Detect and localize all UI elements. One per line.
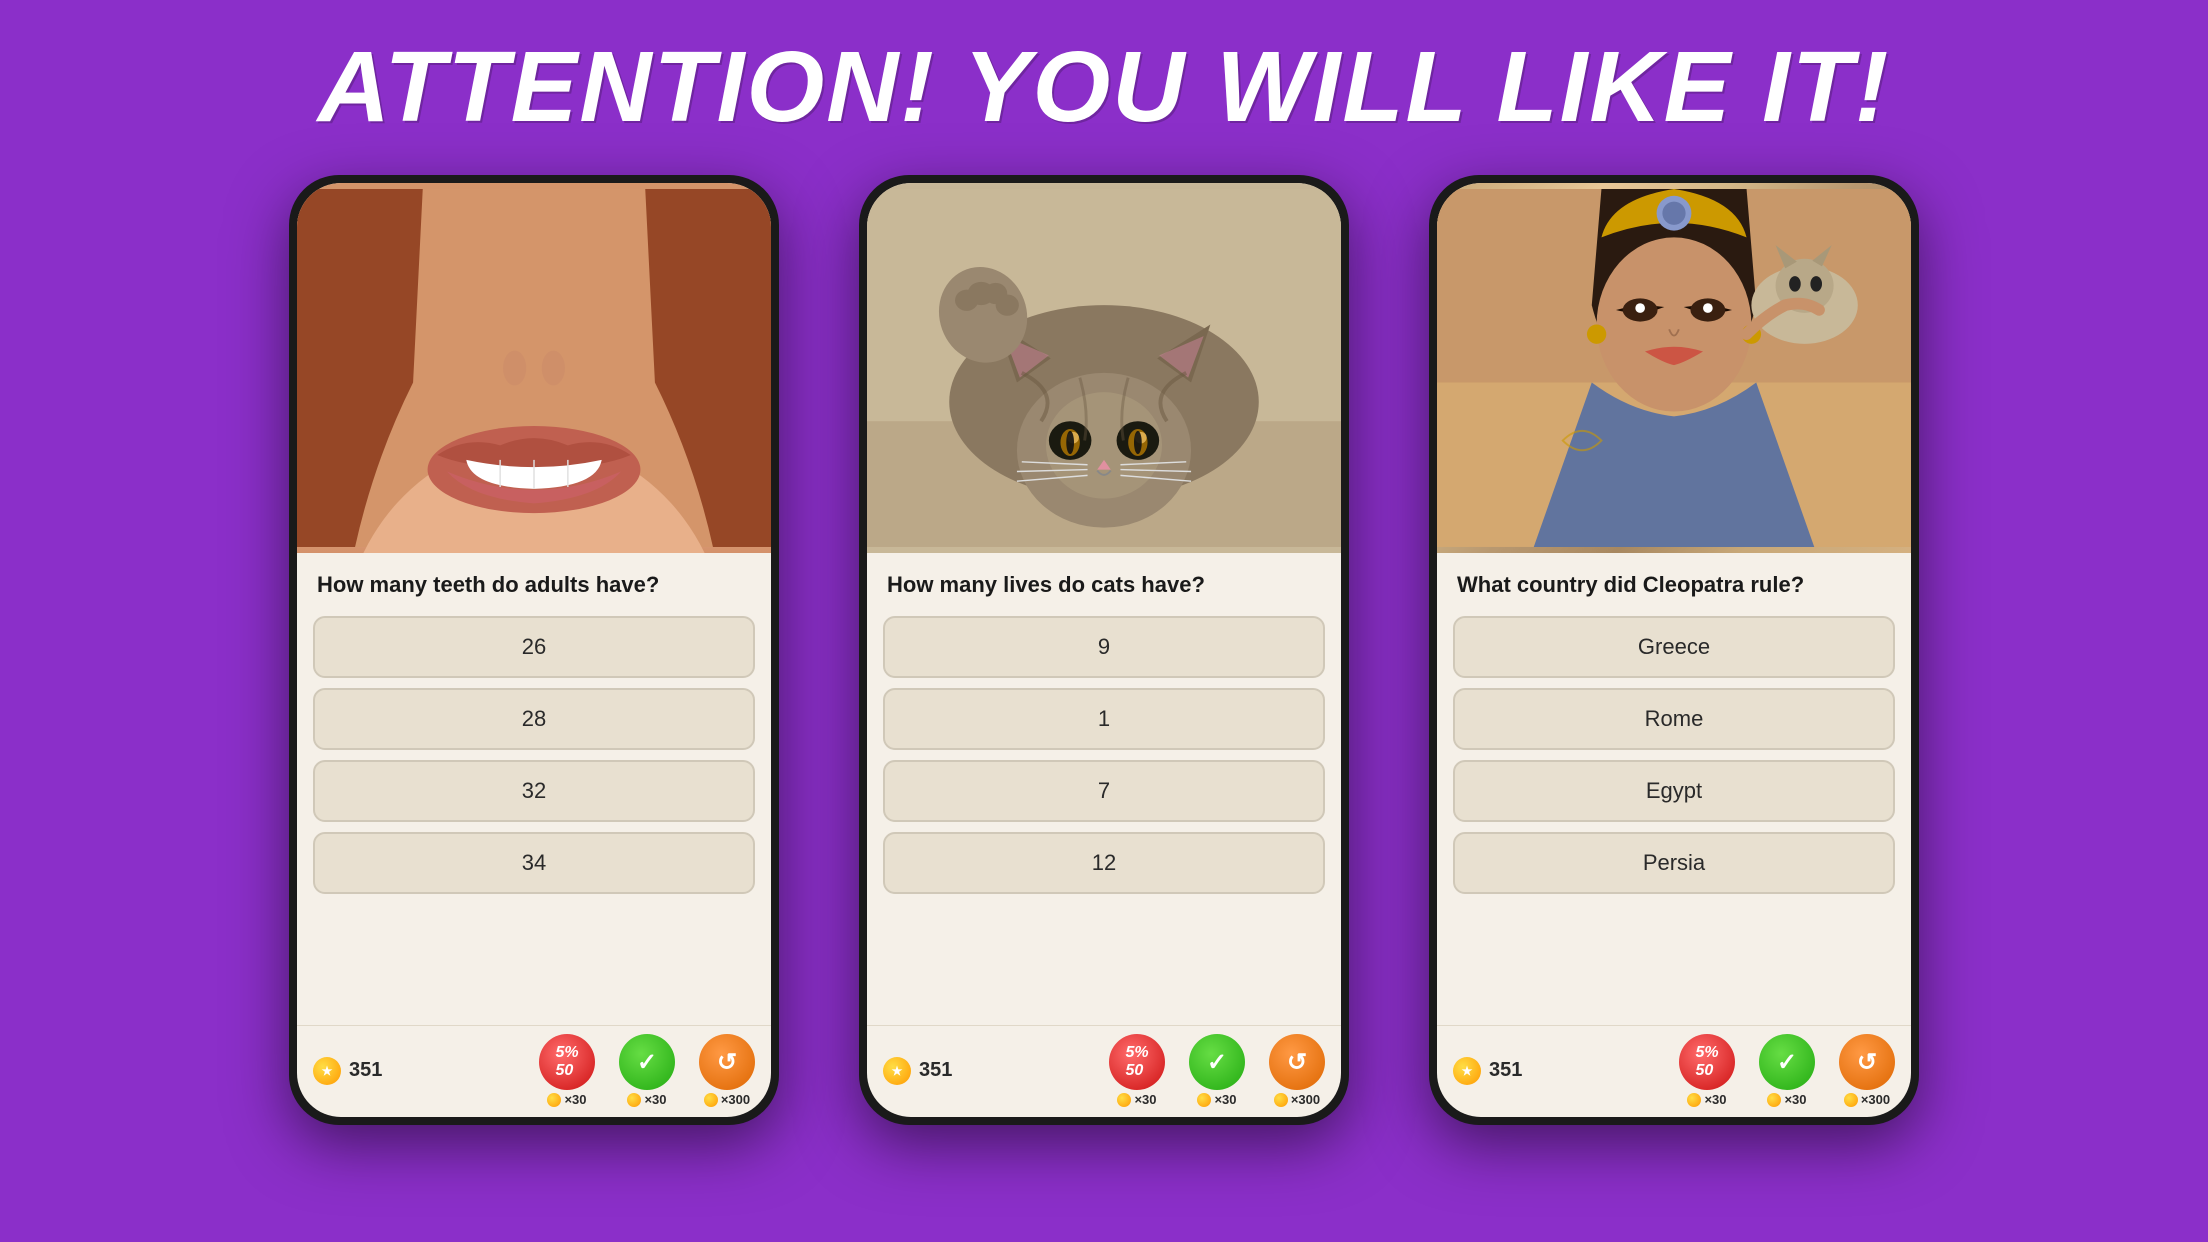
powerup-fifty-3[interactable]: 5%50 ×30 (1679, 1034, 1735, 1107)
answer-btn-3-2[interactable]: Egypt (1453, 760, 1895, 822)
cost-label-3a: ×30 (1704, 1092, 1726, 1107)
phone-teeth: How many teeth do adults have? 26 28 32 … (289, 175, 779, 1125)
phone-cats: How many lives do cats have? 9 1 7 12 ★ … (859, 175, 1349, 1125)
swap-icon-1: ↺ (699, 1034, 755, 1090)
phone-screen-2: How many lives do cats have? 9 1 7 12 ★ … (867, 183, 1341, 1117)
cost-label-1c: ×300 (721, 1092, 750, 1107)
coin-count-1: 351 (349, 1059, 382, 1082)
answer-btn-2-3[interactable]: 12 (883, 832, 1325, 894)
powerup-cost-swap-1: ×300 (704, 1092, 750, 1107)
cost-coin-2a (1117, 1093, 1131, 1107)
fifty-icon-2: 5%50 (1109, 1034, 1165, 1090)
phones-row: How many teeth do adults have? 26 28 32 … (289, 175, 1919, 1125)
powerup-check-2[interactable]: ✓ ×30 (1189, 1034, 1245, 1107)
question-area-1: How many teeth do adults have? (297, 553, 771, 608)
cost-label-1a: ×30 (564, 1092, 586, 1107)
phone-image-cleopatra (1437, 183, 1911, 553)
swap-icon-2: ↺ (1269, 1034, 1325, 1090)
fifty-icon-3: 5%50 (1679, 1034, 1735, 1090)
answer-btn-2-1[interactable]: 1 (883, 688, 1325, 750)
cost-coin-3c (1844, 1093, 1858, 1107)
question-area-3: What country did Cleopatra rule? (1437, 553, 1911, 608)
question-text-1: How many teeth do adults have? (317, 571, 751, 600)
cost-label-3c: ×300 (1861, 1092, 1890, 1107)
coin-icon-3: ★ (1453, 1057, 1481, 1085)
bottom-bar-2: ★ 351 5%50 ×30 ✓ (867, 1025, 1341, 1117)
cost-coin-1c (704, 1093, 718, 1107)
phone-image-cat (867, 183, 1341, 553)
cost-coin-1b (627, 1093, 641, 1107)
answer-btn-3-1[interactable]: Rome (1453, 688, 1895, 750)
powerup-cost-check-3: ×30 (1767, 1092, 1806, 1107)
answer-btn-3-0[interactable]: Greece (1453, 616, 1895, 678)
powerup-cost-check-1: ×30 (627, 1092, 666, 1107)
cost-label-1b: ×30 (644, 1092, 666, 1107)
check-icon-3: ✓ (1759, 1034, 1815, 1090)
phone-frame-1: How many teeth do adults have? 26 28 32 … (289, 175, 779, 1125)
cost-label-3b: ×30 (1784, 1092, 1806, 1107)
cost-label-2a: ×30 (1134, 1092, 1156, 1107)
question-text-3: What country did Cleopatra rule? (1457, 571, 1891, 600)
cost-coin-3a (1687, 1093, 1701, 1107)
coin-icon-2: ★ (883, 1057, 911, 1085)
phone-screen-1: How many teeth do adults have? 26 28 32 … (297, 183, 771, 1117)
page-title: ATTENTION! YOU WILL LIKE IT! (318, 30, 1891, 145)
phone-image-smile (297, 183, 771, 553)
answers-area-2: 9 1 7 12 (867, 608, 1341, 1025)
cost-coin-1a (547, 1093, 561, 1107)
answer-btn-1-0[interactable]: 26 (313, 616, 755, 678)
question-area-2: How many lives do cats have? (867, 553, 1341, 608)
powerup-cost-swap-2: ×300 (1274, 1092, 1320, 1107)
powerup-cost-fifty-3: ×30 (1687, 1092, 1726, 1107)
swap-icon-3: ↺ (1839, 1034, 1895, 1090)
check-icon-2: ✓ (1189, 1034, 1245, 1090)
powerup-swap-1[interactable]: ↺ ×300 (699, 1034, 755, 1107)
answer-btn-2-0[interactable]: 9 (883, 616, 1325, 678)
powerup-fifty-2[interactable]: 5%50 ×30 (1109, 1034, 1165, 1107)
coin-count-3: 351 (1489, 1059, 1522, 1082)
powerup-fifty-1[interactable]: 5%50 ×30 (539, 1034, 595, 1107)
cost-coin-2b (1197, 1093, 1211, 1107)
powerup-cost-swap-3: ×300 (1844, 1092, 1890, 1107)
coin-count-2: 351 (919, 1059, 952, 1082)
cost-coin-3b (1767, 1093, 1781, 1107)
cost-label-2c: ×300 (1291, 1092, 1320, 1107)
powerups-3: 5%50 ×30 ✓ ×30 (1679, 1034, 1895, 1107)
phone-frame-3: What country did Cleopatra rule? Greece … (1429, 175, 1919, 1125)
answer-btn-1-3[interactable]: 34 (313, 832, 755, 894)
coin-icon-1: ★ (313, 1057, 341, 1085)
powerup-swap-3[interactable]: ↺ ×300 (1839, 1034, 1895, 1107)
cost-label-2b: ×30 (1214, 1092, 1236, 1107)
check-icon-1: ✓ (619, 1034, 675, 1090)
powerup-cost-fifty-2: ×30 (1117, 1092, 1156, 1107)
cost-coin-2c (1274, 1093, 1288, 1107)
phone-frame-2: How many lives do cats have? 9 1 7 12 ★ … (859, 175, 1349, 1125)
powerup-swap-2[interactable]: ↺ ×300 (1269, 1034, 1325, 1107)
phone-cleopatra: What country did Cleopatra rule? Greece … (1429, 175, 1919, 1125)
powerups-1: 5%50 ×30 ✓ ×30 (539, 1034, 755, 1107)
answer-btn-1-1[interactable]: 28 (313, 688, 755, 750)
question-text-2: How many lives do cats have? (887, 571, 1321, 600)
powerup-cost-check-2: ×30 (1197, 1092, 1236, 1107)
answers-area-1: 26 28 32 34 (297, 608, 771, 1025)
powerup-check-1[interactable]: ✓ ×30 (619, 1034, 675, 1107)
bottom-bar-1: ★ 351 5%50 ×30 ✓ (297, 1025, 771, 1117)
answer-btn-2-2[interactable]: 7 (883, 760, 1325, 822)
answers-area-3: Greece Rome Egypt Persia (1437, 608, 1911, 1025)
fifty-icon-1: 5%50 (539, 1034, 595, 1090)
powerup-check-3[interactable]: ✓ ×30 (1759, 1034, 1815, 1107)
phone-screen-3: What country did Cleopatra rule? Greece … (1437, 183, 1911, 1117)
answer-btn-3-3[interactable]: Persia (1453, 832, 1895, 894)
powerups-2: 5%50 ×30 ✓ ×30 (1109, 1034, 1325, 1107)
powerup-cost-fifty-1: ×30 (547, 1092, 586, 1107)
answer-btn-1-2[interactable]: 32 (313, 760, 755, 822)
bottom-bar-3: ★ 351 5%50 ×30 ✓ (1437, 1025, 1911, 1117)
